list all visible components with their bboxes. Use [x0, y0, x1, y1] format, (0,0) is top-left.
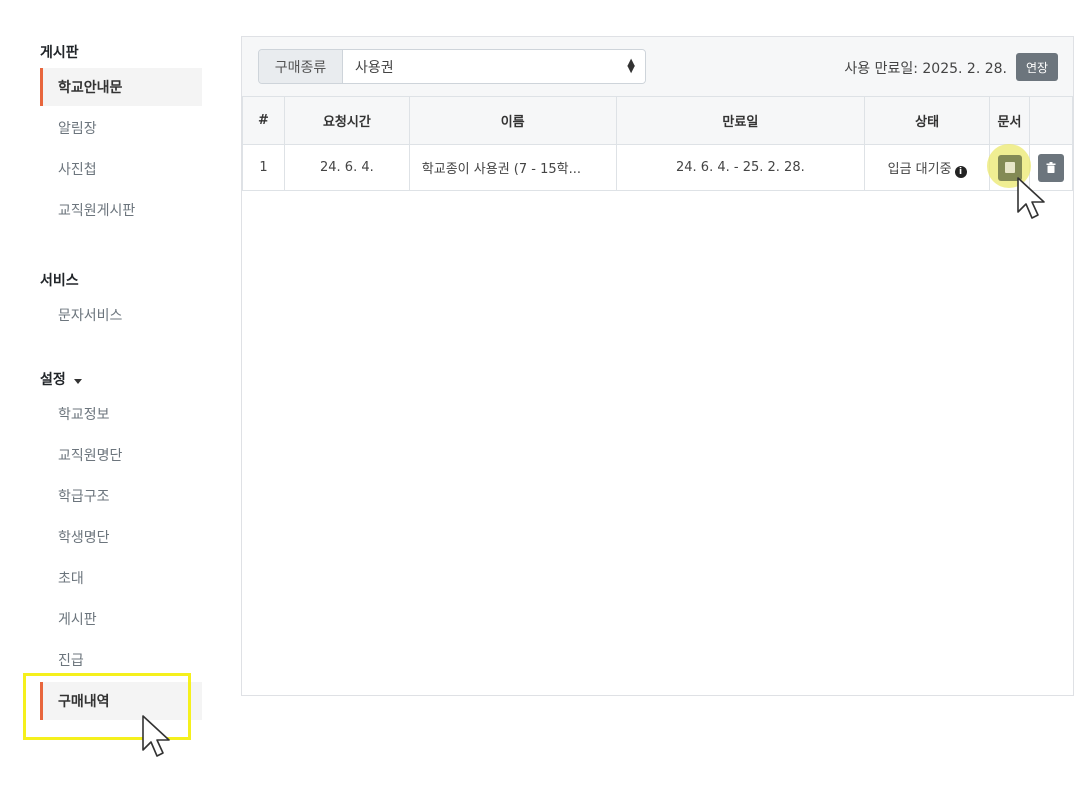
mouse-pointer-icon	[1017, 177, 1045, 219]
sidebar-item-school-info[interactable]: 학교정보	[40, 395, 202, 433]
sidebar-item-student-list[interactable]: 학생명단	[40, 518, 202, 556]
trash-icon	[1046, 162, 1056, 173]
col-header-number: #	[242, 96, 285, 145]
col-header-requested: 요청시간	[283, 96, 410, 145]
section-title-board: 게시판	[40, 45, 79, 61]
settings-title-label: 설정	[40, 372, 66, 388]
document-icon	[1004, 162, 1015, 173]
table-row: 1 24. 6. 4. 학교종이 사용권 (7 - 15학... 24. 6. …	[242, 143, 1074, 191]
cell-expires: 24. 6. 4. - 25. 2. 28.	[615, 144, 866, 191]
status-text: 입금 대기중	[887, 161, 952, 177]
purchase-table: # 요청시간 이름 만료일 상태 문서 1 24. 6. 4. 학교종이 사용권…	[242, 96, 1074, 191]
cell-requested: 24. 6. 4.	[283, 144, 410, 191]
table-header-row: # 요청시간 이름 만료일 상태 문서	[242, 96, 1074, 145]
cell-number: 1	[242, 144, 285, 191]
col-header-actions	[1028, 96, 1074, 145]
purchase-type-label: 구매종류	[259, 50, 343, 83]
mouse-pointer-icon	[142, 715, 170, 757]
extend-button[interactable]: 연장	[1016, 53, 1058, 81]
sidebar-item-staff-board[interactable]: 교직원게시판	[40, 191, 202, 229]
panel-header: 구매종류 사용권 ▲ ▼ 사용 만료일: 2025. 2. 28. 연장	[242, 37, 1073, 97]
sidebar: 게시판 학교안내문 알림장 사진첩 교직원게시판 서비스 문자서비스 설정 학교…	[40, 40, 202, 723]
col-header-name: 이름	[408, 96, 617, 145]
col-header-document: 문서	[989, 96, 1030, 145]
purchase-type-value: 사용권	[355, 59, 394, 76]
sidebar-item-board-settings[interactable]: 게시판	[40, 600, 202, 638]
col-header-status: 상태	[864, 96, 991, 145]
sidebar-item-sms-service[interactable]: 문자서비스	[40, 296, 202, 334]
purchase-panel: 구매종류 사용권 ▲ ▼ 사용 만료일: 2025. 2. 28. 연장 # 요청…	[241, 36, 1074, 696]
sidebar-item-notice-board[interactable]: 알림장	[40, 109, 202, 147]
cell-name: 학교종이 사용권 (7 - 15학...	[408, 144, 617, 191]
purchase-type-select[interactable]: 사용권 ▲ ▼	[343, 50, 645, 83]
purchase-type-filter: 구매종류 사용권 ▲ ▼	[258, 49, 646, 84]
sidebar-item-school-notice[interactable]: 학교안내문	[40, 68, 202, 106]
sidebar-item-photo-album[interactable]: 사진첩	[40, 150, 202, 188]
sidebar-item-class-structure[interactable]: 학급구조	[40, 477, 202, 515]
sidebar-item-invite[interactable]: 초대	[40, 559, 202, 597]
sort-arrows-icon: ▲ ▼	[627, 57, 635, 75]
sidebar-item-staff-list[interactable]: 교직원명단	[40, 436, 202, 474]
section-title-settings[interactable]: 설정	[40, 367, 202, 393]
expiry-date-text: 사용 만료일: 2025. 2. 28.	[844, 61, 1007, 77]
caret-down-icon	[73, 378, 82, 384]
info-circle-icon[interactable]: i	[954, 165, 967, 178]
section-title-service: 서비스	[40, 273, 79, 289]
cell-status: 입금 대기중 i	[864, 144, 991, 191]
col-header-expires: 만료일	[615, 96, 866, 145]
